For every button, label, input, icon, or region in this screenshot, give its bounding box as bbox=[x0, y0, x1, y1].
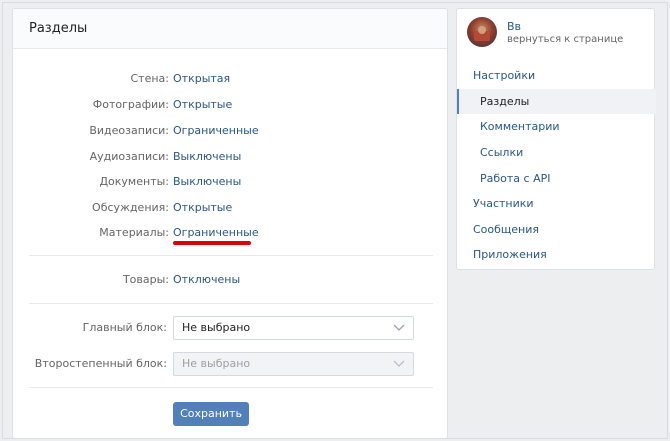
setting-value-link[interactable]: Открытые bbox=[173, 97, 232, 113]
setting-row-discussions: Обсуждения: Открытые bbox=[13, 200, 449, 216]
setting-row-videos: Видеозаписи: Ограниченные bbox=[13, 123, 449, 139]
settings-sidebar: Вв вернуться к странице Настройки Раздел… bbox=[456, 8, 656, 270]
setting-label: Товары: bbox=[122, 273, 169, 286]
main-block-select[interactable]: Не выбрано bbox=[173, 316, 414, 340]
setting-value-link[interactable]: Отключены bbox=[173, 272, 240, 288]
setting-row-wall: Стена: Открытая bbox=[13, 71, 449, 87]
setting-value-link[interactable]: Ограниченные bbox=[173, 123, 259, 139]
setting-row-goods: Товары: Отключены bbox=[13, 272, 449, 288]
profile-name: Вв bbox=[507, 20, 522, 33]
chevron-down-icon bbox=[393, 324, 405, 331]
sidebar-item-sections[interactable]: Разделы bbox=[457, 89, 656, 114]
setting-label: Материалы: bbox=[99, 226, 169, 239]
secondary-block-label: Второстепенный блок: bbox=[34, 357, 167, 370]
setting-row-materials: Материалы: Ограниченные bbox=[13, 225, 449, 241]
setting-value-link[interactable]: Выключены bbox=[173, 174, 241, 190]
sidebar-item-api[interactable]: Работа с API bbox=[457, 166, 656, 191]
sidebar-item-members[interactable]: Участники bbox=[457, 191, 656, 216]
setting-row-documents: Документы: Выключены bbox=[13, 174, 449, 190]
sidebar-item-apps[interactable]: Приложения bbox=[457, 242, 656, 267]
profile-link[interactable]: Вв вернуться к странице bbox=[457, 9, 656, 57]
sidebar-item-messages[interactable]: Сообщения bbox=[457, 217, 656, 242]
setting-label: Обсуждения: bbox=[92, 201, 169, 214]
setting-value-link[interactable]: Открытые bbox=[173, 200, 232, 216]
save-button[interactable]: Сохранить bbox=[173, 402, 249, 426]
secondary-block-value: Не выбрано bbox=[182, 357, 251, 370]
setting-value-link[interactable]: Ограниченные bbox=[173, 225, 259, 241]
setting-row-audio: Аудиозаписи: Выключены bbox=[13, 149, 449, 165]
highlight-underline bbox=[173, 241, 251, 245]
setting-label: Стена: bbox=[130, 72, 170, 85]
sidebar-item-links[interactable]: Ссылки bbox=[457, 140, 656, 165]
divider bbox=[29, 303, 433, 304]
back-to-page-link[interactable]: вернуться к странице bbox=[507, 34, 623, 45]
setting-row-photos: Фотографии: Открытые bbox=[13, 97, 449, 113]
setting-value-link[interactable]: Выключены bbox=[173, 149, 241, 165]
setting-label: Документы: bbox=[99, 175, 169, 188]
divider bbox=[29, 387, 433, 388]
setting-label: Видеозаписи: bbox=[89, 124, 169, 137]
avatar bbox=[467, 17, 497, 47]
main-block-label: Главный блок: bbox=[82, 321, 167, 334]
setting-label: Фотографии: bbox=[92, 98, 169, 111]
setting-value-link[interactable]: Открытая bbox=[173, 71, 230, 87]
sidebar-item-comments[interactable]: Комментарии bbox=[457, 114, 656, 139]
chevron-down-icon bbox=[393, 360, 405, 367]
divider bbox=[29, 255, 433, 256]
sections-panel: Разделы Стена: Открытая Фотографии: Откр… bbox=[12, 8, 448, 439]
sidebar-item-settings[interactable]: Настройки bbox=[457, 63, 656, 88]
main-block-value: Не выбрано bbox=[182, 321, 251, 334]
secondary-block-select[interactable]: Не выбрано bbox=[173, 352, 414, 376]
avatar-shape bbox=[478, 26, 486, 34]
setting-label: Аудиозаписи: bbox=[89, 150, 169, 163]
panel-title: Разделы bbox=[13, 9, 447, 49]
